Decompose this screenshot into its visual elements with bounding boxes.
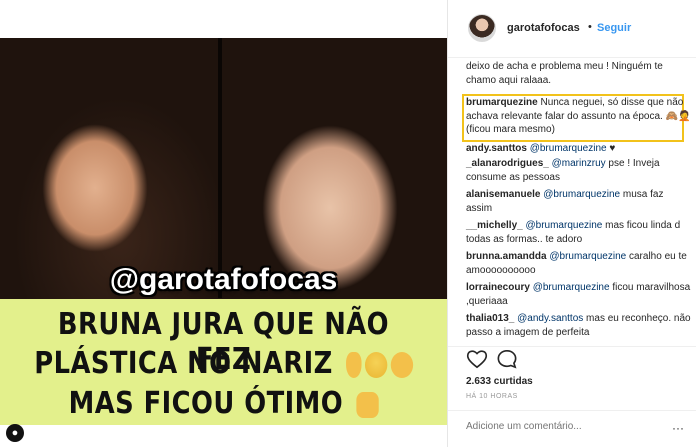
like-count[interactable]: 2.633 curtidas (466, 376, 533, 387)
comment-item: __michelly_ @brumarquezine mas ficou lin… (466, 219, 691, 246)
comments-list[interactable]: deixo de acha e problema meu ! Ninguém t… (448, 58, 696, 348)
add-comment-bar: ··· (448, 410, 696, 447)
thinking-emoji-icon (390, 351, 413, 378)
caption-line-3-text: MAS FICOU ÓTIMO (68, 386, 344, 421)
avatar[interactable] (468, 14, 496, 42)
instagram-post-view: @garotafofocas BRUNA JURA QUE NÃO FEZ PL… (0, 0, 696, 447)
collage-divider (218, 38, 222, 298)
caption-line-2: PLÁSTICA NO NARIZ (31, 346, 415, 381)
comment-username[interactable]: brumarquezine (466, 97, 538, 108)
comment-item: andy.santtos @brumarquezine ♥ (466, 142, 691, 156)
comment-mention[interactable]: @brumarquezine (549, 251, 626, 262)
comment-username[interactable]: alanisemanuele (466, 189, 540, 200)
post-header: garotafofocas • Seguir (448, 0, 696, 58)
post-author-username[interactable]: garotafofocas (507, 22, 580, 34)
header-separator: • (588, 21, 592, 33)
comment-mention[interactable]: @marinzruy (552, 158, 606, 169)
comment-text: deixo de acha e problema meu ! Ninguém t… (466, 61, 663, 86)
post-sidebar: garotafofocas • Seguir deixo de acha e p… (447, 0, 696, 447)
follow-button[interactable]: Seguir (597, 22, 631, 34)
post-timestamp[interactable]: HÁ 10 HORAS (466, 393, 518, 400)
comment-username[interactable]: thalia013_ (466, 313, 514, 324)
nose-emoji-icon (345, 351, 362, 378)
comment-text: ♥ (606, 143, 616, 154)
more-options-icon[interactable]: ··· (672, 421, 684, 435)
comment-mention[interactable]: @brumarquezine (530, 143, 607, 154)
caption-line-3: MAS FICOU ÓTIMO (31, 386, 415, 421)
comment-item: alanisemanuele @brumarquezine musa faz a… (466, 188, 691, 215)
comment-mention[interactable]: @brumarquezine (543, 189, 620, 200)
heart-icon[interactable] (466, 349, 488, 369)
thumbs-up-emoji-icon (355, 391, 379, 418)
post-actions (448, 346, 696, 372)
comment-item: thalia013_ @andy.santtos mas eu reconheç… (466, 312, 691, 339)
comment-username[interactable]: andy.santtos (466, 143, 527, 154)
comment-username[interactable]: lorrainecoury (466, 282, 530, 293)
comment-mention[interactable]: @brumarquezine (526, 220, 603, 231)
comment-username[interactable]: __michelly_ (466, 220, 523, 231)
comment-item: _alanarodrigues_ @marinzruy pse ! Inveja… (466, 157, 691, 184)
speech-bubble-icon[interactable] (496, 349, 518, 369)
user-tag-icon[interactable]: ● (6, 424, 24, 442)
comment-item: deixo de acha e problema meu ! Ninguém t… (466, 60, 691, 87)
comment-username[interactable]: brunna.amandda (466, 251, 547, 262)
comment-item: brumarquezine Nunca neguei, só disse que… (466, 96, 691, 137)
scream-emoji-icon (364, 351, 387, 378)
comment-item: lorrainecoury @brumarquezine ficou marav… (466, 281, 691, 308)
caption-line-2-text: PLÁSTICA NO NARIZ (34, 346, 333, 381)
comment-item: brunna.amandda @brumarquezine caralho eu… (466, 250, 691, 277)
post-image[interactable]: @garotafofocas BRUNA JURA QUE NÃO FEZ PL… (0, 0, 447, 447)
comment-mention[interactable]: @brumarquezine (533, 282, 610, 293)
comment-input[interactable] (466, 421, 666, 432)
comment-mention[interactable]: @andy.santtos (517, 313, 583, 324)
comment-username[interactable]: _alanarodrigues_ (466, 158, 549, 169)
image-watermark-handle: @garotafofocas (109, 263, 338, 296)
